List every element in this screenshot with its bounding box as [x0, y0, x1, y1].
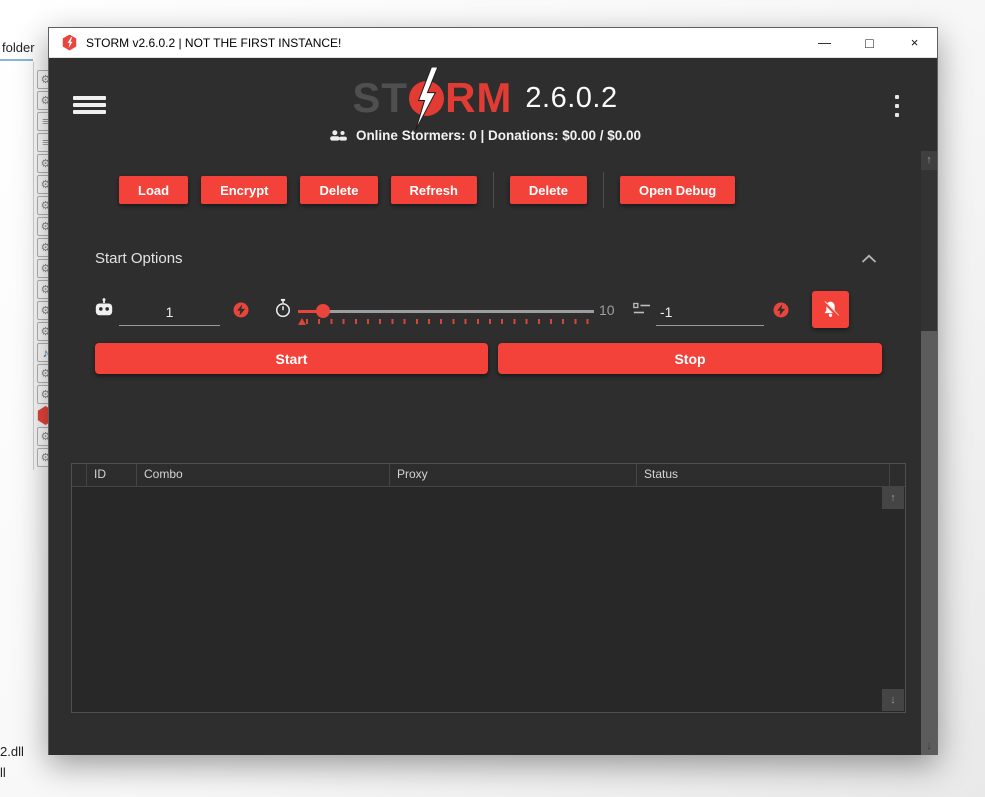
- timeout-slider[interactable]: [298, 294, 594, 328]
- table-header-spacer: [72, 464, 87, 486]
- logo-text-left: ST: [352, 74, 408, 122]
- close-button[interactable]: ×: [892, 28, 937, 57]
- start-button[interactable]: Start: [95, 343, 488, 374]
- table-scroll-up-button[interactable]: ↑: [882, 487, 904, 509]
- slider-max-label: 10: [599, 302, 615, 318]
- scrollbar-down-button[interactable]: ↓: [921, 737, 937, 755]
- threads-count-input[interactable]: [656, 298, 764, 326]
- table-header-id[interactable]: ID: [87, 464, 137, 486]
- bots-icon: [93, 298, 115, 318]
- explorer-sort-underline: [0, 59, 33, 61]
- logo-text-right: RM: [445, 74, 512, 122]
- notifications-off-icon: [820, 299, 841, 320]
- table-header-status[interactable]: Status: [637, 464, 890, 486]
- window-controls: — □ ×: [802, 28, 937, 57]
- toolbar-divider: [493, 172, 494, 208]
- file-name-label[interactable]: ll: [0, 765, 6, 780]
- offline-bolt-icon[interactable]: [232, 301, 250, 319]
- scrollbar-up-button[interactable]: ↑: [921, 151, 937, 170]
- checklist-icon: [633, 302, 651, 316]
- mute-notifications-button[interactable]: [812, 291, 849, 328]
- toolbar: Load Encrypt Delete Refresh Delete Open …: [119, 176, 735, 204]
- collapse-chevron-up-icon[interactable]: [861, 254, 877, 264]
- load-button[interactable]: Load: [119, 176, 188, 204]
- version-label: 2.6.0.2: [525, 82, 617, 115]
- minimize-button[interactable]: —: [802, 28, 847, 57]
- table-header-proxy[interactable]: Proxy: [390, 464, 637, 486]
- slider-value-marker: [298, 318, 306, 325]
- storm-app-icon: [62, 35, 77, 51]
- scrollbar-thumb[interactable]: [921, 331, 937, 739]
- slider-track[interactable]: [298, 310, 594, 313]
- bots-count-input[interactable]: [119, 298, 220, 326]
- app-content: ST RM 2.6.0.2 Online Stormers: 0 | Donat…: [49, 58, 937, 755]
- logo: ST RM 2.6.0.2: [49, 74, 921, 122]
- start-options-title: Start Options: [95, 250, 183, 267]
- offline-bolt-icon[interactable]: [772, 301, 790, 319]
- file-name-label[interactable]: 2.dll: [0, 744, 24, 759]
- status-row: Online Stormers: 0 | Donations: $0.00 / …: [49, 128, 921, 143]
- delete-proxies-button[interactable]: Delete: [510, 176, 587, 204]
- refresh-button[interactable]: Refresh: [391, 176, 477, 204]
- table-header-scroll-spacer: [890, 464, 905, 486]
- explorer-pane-divider: [33, 62, 34, 470]
- window-title: STORM v2.6.0.2 | NOT THE FIRST INSTANCE!: [86, 36, 802, 50]
- stop-button[interactable]: Stop: [498, 343, 882, 374]
- open-debug-button[interactable]: Open Debug: [620, 176, 735, 204]
- explorer-column-header[interactable]: folder: [2, 40, 35, 55]
- maximize-button[interactable]: □: [847, 28, 892, 57]
- results-table: ID Combo Proxy Status ↑ ↓: [71, 463, 906, 713]
- online-users-icon: [329, 129, 348, 142]
- encrypt-button[interactable]: Encrypt: [201, 176, 287, 204]
- table-scroll-down-button[interactable]: ↓: [882, 689, 904, 711]
- titlebar: STORM v2.6.0.2 | NOT THE FIRST INSTANCE!…: [49, 28, 937, 58]
- window-scrollbar[interactable]: ↑ ↓: [921, 151, 937, 755]
- storm-app-window: STORM v2.6.0.2 | NOT THE FIRST INSTANCE!…: [48, 27, 938, 755]
- delete-button[interactable]: Delete: [300, 176, 377, 204]
- timer-icon: [273, 298, 293, 319]
- storm-bolt-icon: [409, 81, 444, 116]
- online-donations-status: Online Stormers: 0 | Donations: $0.00 / …: [356, 128, 641, 143]
- table-header-row: ID Combo Proxy Status: [72, 464, 905, 487]
- table-header-combo[interactable]: Combo: [137, 464, 390, 486]
- slider-thumb[interactable]: [316, 304, 330, 318]
- toolbar-divider: [603, 172, 604, 208]
- slider-ticks: [306, 319, 592, 324]
